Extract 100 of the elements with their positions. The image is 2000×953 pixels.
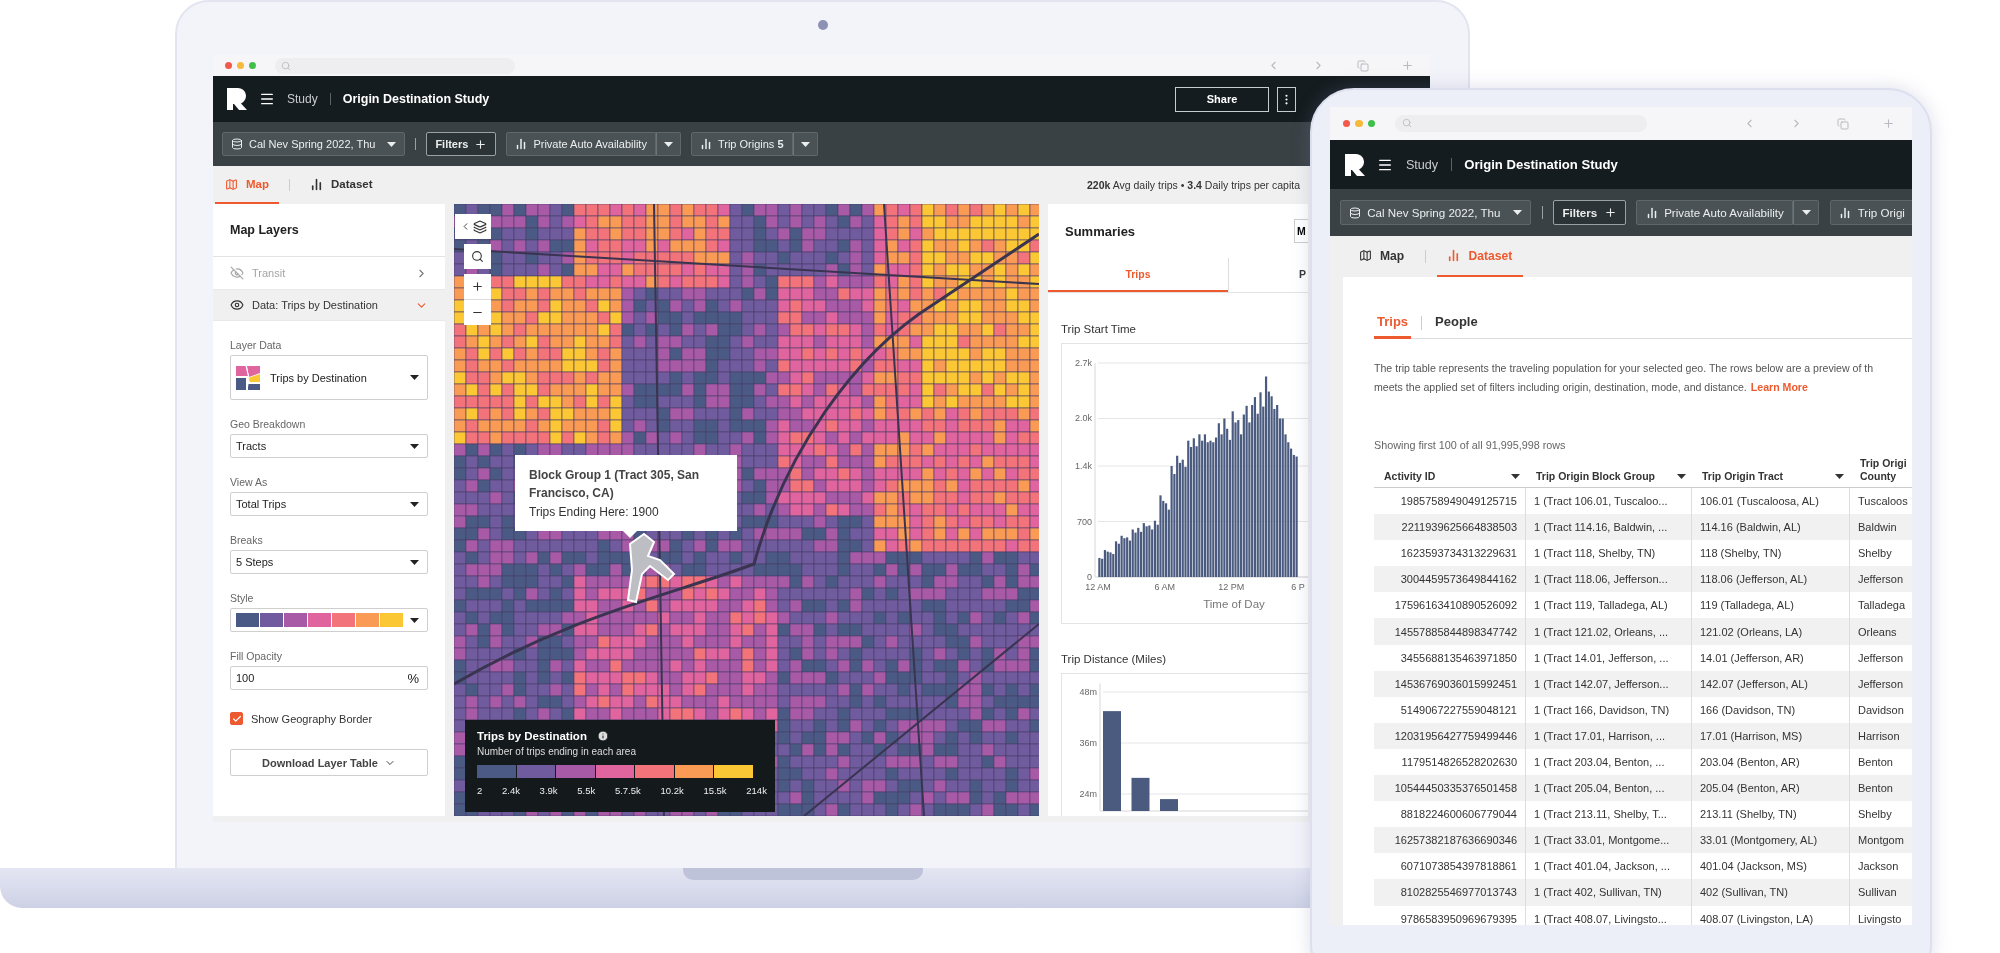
close-window-dot[interactable] [225, 62, 232, 69]
filters-button[interactable]: Filters [1553, 199, 1626, 226]
table-cell: Jefferson [1850, 670, 1912, 697]
layers-toggle-button[interactable] [455, 214, 491, 239]
legend-label: 2.4k [501, 785, 520, 796]
table-cell: 1 (Tract 17.01, Harrison, ... [1526, 722, 1692, 749]
panel-title: Summaries [1065, 223, 1136, 239]
record-type-tab[interactable]: Trips [1374, 307, 1412, 339]
minimize-window-dot[interactable] [1355, 119, 1363, 128]
table-cell: Benton [1850, 775, 1912, 802]
breadcrumb-link[interactable]: Study [1405, 157, 1439, 172]
tooltip-value: Trips Ending Here: 1900 [529, 505, 660, 519]
legend-label: 5.7.5k [614, 785, 641, 796]
maximize-window-dot[interactable] [1367, 119, 1376, 128]
more-options-button[interactable] [1277, 86, 1296, 112]
learn-more-link[interactable]: Learn More [1750, 381, 1808, 393]
checkbox[interactable] [230, 712, 243, 725]
metric-button[interactable]: Private Auto Availability [506, 132, 656, 156]
record-type-tab[interactable]: People [1432, 307, 1481, 339]
table-cell: 114.16 (Baldwin, AL) [1692, 514, 1850, 541]
search-icon [281, 60, 291, 71]
map-icon [225, 177, 238, 191]
view-tab[interactable]: Dataset [300, 166, 383, 204]
eye-icon[interactable] [230, 298, 244, 312]
caret-icon [1801, 210, 1811, 215]
metric-dropdown-button[interactable] [792, 132, 818, 156]
axis-tick-label: 6 AM [1154, 582, 1175, 592]
axis-tick-label: 12 PM [1218, 582, 1245, 592]
share-button[interactable]: Share [1175, 86, 1269, 112]
info-icon[interactable] [596, 730, 609, 742]
database-icon [1348, 206, 1361, 219]
caret-icon [410, 375, 419, 380]
color-scheme-select[interactable] [230, 608, 428, 632]
field-label: Layer Data [230, 338, 283, 352]
axis-tick-label: 0 [1087, 572, 1092, 582]
caret-icon [800, 141, 810, 147]
download-button[interactable]: Download Layer Table [230, 749, 428, 776]
table-cell: 1 (Tract 114.16, Baldwin, ... [1526, 514, 1692, 541]
table-cell: 1 (Tract 121.02, Orleans, ... [1526, 618, 1692, 645]
legend-label: 15.5k [703, 785, 727, 796]
caret-icon [1512, 210, 1522, 215]
metric-button[interactable]: Trip Origi [1830, 199, 1912, 226]
close-window-dot[interactable] [1342, 119, 1350, 128]
logo-icon[interactable] [227, 88, 247, 110]
layer-select[interactable]: Trips by Destination [230, 355, 428, 400]
breadcrumb-link[interactable]: Study [287, 92, 318, 106]
dataset-dropdown[interactable]: Cal Nev Spring 2022, Thu [1339, 199, 1532, 226]
table-cell: 121.02 (Orleans, LA) [1692, 618, 1850, 645]
table-cell: 1 (Tract 402, Sullivan, TN) [1526, 879, 1692, 906]
metric-button[interactable]: Trip Origins 5 [690, 132, 793, 156]
summary-tab[interactable]: P [1228, 258, 1308, 292]
axis-tick-label: 2.7k [1075, 358, 1092, 368]
table-cell: Montgom [1850, 827, 1912, 854]
axis-tick-label: 36m [1079, 738, 1097, 748]
sort-caret-icon[interactable] [1835, 474, 1844, 479]
menu-button[interactable]: M [1294, 219, 1308, 243]
search-icon [1401, 118, 1412, 129]
table-cell: 33.01 (Montgomery, AL) [1692, 827, 1850, 854]
tooltip-title: Block Group 1 (Tract 305, San Francisco, CA) [529, 467, 701, 502]
webcam-dot [818, 20, 828, 30]
axis-tick-label: 700 [1076, 516, 1092, 527]
input-field[interactable]: 100 % [230, 666, 428, 690]
layers-icon [472, 219, 487, 234]
axis-title: Time of Day [1203, 598, 1265, 610]
eye-off-icon[interactable] [230, 266, 244, 280]
new-tab-icon[interactable] [1401, 59, 1414, 72]
table-cell: Orleans [1850, 618, 1912, 645]
plus-icon [474, 137, 488, 151]
table-cell: Baldwin [1850, 514, 1912, 541]
view-tab[interactable]: Map [1348, 236, 1415, 277]
caret-icon [663, 141, 673, 147]
map-search-button[interactable] [464, 244, 491, 269]
filters-button[interactable]: Filters [426, 132, 497, 156]
select-field[interactable]: 5 Steps [230, 550, 428, 574]
metric-dropdown-button[interactable] [1793, 199, 1820, 226]
field-label: Style [230, 591, 255, 605]
select-field[interactable]: Tracts [230, 434, 428, 458]
maximize-window-dot[interactable] [249, 62, 256, 69]
trip-stats: 220k Avg daily trips • 3.4 Daily trips per capita [1086, 179, 1300, 191]
field-label: View As [230, 475, 269, 489]
axis-tick-label: 2.0k [1075, 413, 1092, 424]
select-field[interactable]: Total Trips [230, 492, 428, 516]
dataset-dropdown[interactable]: Cal Nev Spring 2022, Thu [222, 132, 406, 156]
zoom-in-button[interactable] [464, 274, 491, 299]
sort-caret-icon[interactable] [1677, 474, 1686, 479]
chart-title: Trip Distance (Miles) [1061, 652, 1167, 666]
table-cell: 8102825546977013743 [1374, 879, 1526, 906]
legend-title: Trips by Destination [477, 730, 587, 742]
axis-tick-label: 6 P [1291, 582, 1305, 592]
menu-button[interactable] [259, 91, 275, 107]
sort-caret-icon[interactable] [1511, 474, 1520, 479]
table-cell: 142.07 (Jefferson, AL) [1692, 670, 1850, 697]
minimize-window-dot[interactable] [237, 62, 244, 69]
row-count: Showing first 100 of all 91,995,998 rows [1374, 439, 1567, 451]
table-cell: 402 (Sullivan, TN) [1692, 879, 1850, 906]
new-tab-icon[interactable] [1882, 117, 1896, 130]
logo-icon[interactable] [1344, 153, 1365, 176]
metric-button[interactable]: Private Auto Availability [1636, 199, 1794, 226]
metric-dropdown-button[interactable] [655, 132, 681, 156]
layer-row[interactable]: Data: Trips by Destination [213, 290, 445, 321]
